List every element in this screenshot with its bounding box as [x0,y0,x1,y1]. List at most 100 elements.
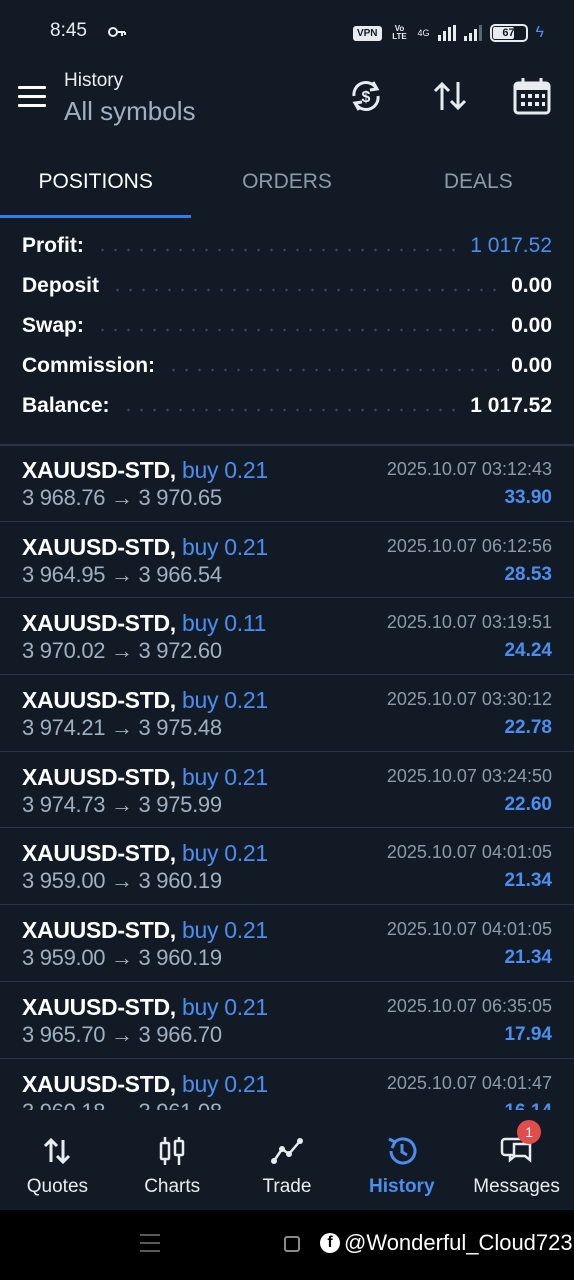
row-profit: 16.14 [504,1101,552,1111]
row-side: buy 0.21 [181,457,268,483]
table-row[interactable]: XAUUSD-STD, buy 0.21 3 959.00 → 3 960.19… [0,828,574,906]
row-symbol-line: XAUUSD-STD, buy 0.21 [22,534,268,561]
table-row[interactable]: XAUUSD-STD, buy 0.11 3 970.02 → 3 972.60… [0,598,574,676]
table-row[interactable]: XAUUSD-STD, buy 0.21 3 960.18 → 3 961.08… [0,1059,574,1111]
row-profit: 22.60 [504,793,552,815]
row-profit: 21.34 [504,870,552,892]
table-row[interactable]: XAUUSD-STD, buy 0.21 3 974.73 → 3 975.99… [0,752,574,829]
summary-row-deposit: Deposit 0.00 [22,266,552,306]
dotted-leader [111,288,500,292]
row-symbol: XAUUSD-STD, [22,840,176,867]
row-symbol-line: XAUUSD-STD, buy 0.11 [22,610,266,637]
summary-label: Deposit [22,274,100,297]
battery-icon: 67 [489,24,528,42]
trade-icon [270,1138,303,1164]
watermark-text: @Wonderful_Cloud7231 [344,1230,574,1255]
row-prices: 3 974.73 → 3 975.99 [22,791,222,817]
home-icon[interactable] [284,1236,300,1252]
row-side: buy 0.21 [181,917,268,944]
row-time: 2025.10.07 03:12:43 [386,459,552,479]
nav-history[interactable]: History [344,1112,459,1210]
positions-list: XAUUSD-STD, buy 0.21 3 968.76 → 3 970.65… [0,445,574,1110]
history-tabs: POSITIONS ORDERS DEALS [0,144,574,218]
menu-icon[interactable] [18,86,46,108]
app-header: History All symbols $ [0,64,574,140]
row-profit: 28.53 [504,563,552,585]
nav-trade[interactable]: Trade [230,1112,345,1210]
charging-icon: ϟ [535,24,544,41]
signal-icon [437,25,456,41]
watermark: f @Wonderful_Cloud7231 [320,1230,574,1256]
summary-row-balance: Balance: 1 017.52 [22,386,552,426]
row-symbol-line: XAUUSD-STD, buy 0.21 [22,457,268,484]
dotted-leader [95,248,459,252]
row-symbol-line: XAUUSD-STD, buy 0.21 [22,764,268,791]
row-symbol: XAUUSD-STD, [22,610,176,637]
row-prices: 3 959.00 → 3 960.19 [22,945,222,971]
summary-label: Commission: [22,354,156,377]
tab-orders[interactable]: ORDERS [191,144,382,218]
volte-icon: Vo LTE [392,24,407,41]
battery-level: 67 [502,27,515,39]
tab-deals[interactable]: DEALS [383,144,574,218]
row-time: 2025.10.07 03:24:50 [386,765,552,786]
row-side: buy 0.21 [181,533,268,560]
account-summary: Profit: 1 017.52 Deposit 0.00 Swap: 0.00… [0,226,574,444]
summary-value: 0.00 [511,274,552,297]
signal-icon-2 [463,25,482,41]
row-profit: 17.94 [504,1023,552,1045]
summary-value: 0.00 [511,314,552,337]
facebook-icon: f [320,1233,340,1253]
svg-text:$: $ [362,89,371,106]
summary-value: 1 017.52 [470,394,552,417]
table-row[interactable]: XAUUSD-STD, buy 0.21 3 974.21 → 3 975.48… [0,675,574,752]
row-symbol: XAUUSD-STD, [22,763,176,790]
row-prices: 3 960.18 → 3 961.08 [22,1099,222,1111]
key-icon [108,27,126,37]
summary-value: 0.00 [511,354,552,377]
nav-label: Charts [144,1176,201,1197]
row-profit: 22.78 [504,717,552,739]
symbol-filter[interactable]: All symbols [64,96,195,127]
system-navigation-bar: f @Wonderful_Cloud7231 [0,1210,574,1280]
row-time: 2025.10.07 04:01:05 [386,842,552,863]
row-side: buy 0.21 [181,687,268,714]
currency-exchange-icon[interactable]: $ [346,76,386,116]
row-profit: 33.90 [504,487,552,508]
summary-label: Swap: [22,314,84,337]
row-symbol: XAUUSD-STD, [22,533,176,560]
table-row[interactable]: XAUUSD-STD, buy 0.21 3 965.70 → 3 966.70… [0,982,574,1059]
dotted-leader [95,328,500,332]
row-time: 2025.10.07 06:12:56 [386,535,552,556]
table-row[interactable]: XAUUSD-STD, buy 0.21 3 959.00 → 3 960.19… [0,905,574,982]
nav-charts[interactable]: Charts [115,1112,230,1210]
row-time: 2025.10.07 03:30:12 [386,689,552,710]
bottom-navigation: Quotes Charts Trade History 1 Messages [0,1112,574,1210]
row-prices: 3 968.76 → 3 970.65 [22,485,222,510]
row-symbol: XAUUSD-STD, [22,687,176,714]
table-row[interactable]: XAUUSD-STD, buy 0.21 3 968.76 → 3 970.65… [0,445,574,522]
calendar-icon[interactable] [512,76,552,116]
row-symbol-line: XAUUSD-STD, buy 0.21 [22,1071,268,1098]
sort-icon[interactable] [430,76,470,116]
recent-apps-icon[interactable] [140,1234,160,1252]
row-prices: 3 959.00 → 3 960.19 [22,868,222,894]
nav-messages[interactable]: 1 Messages [459,1112,574,1210]
dotted-leader [167,368,500,372]
history-icon [388,1137,417,1165]
tab-positions[interactable]: POSITIONS [0,144,192,218]
nav-quotes[interactable]: Quotes [0,1112,115,1210]
network-type: 4G [417,28,430,38]
row-symbol: XAUUSD-STD, [22,993,176,1020]
row-prices: 3 965.70 → 3 966.70 [22,1021,222,1047]
row-symbol: XAUUSD-STD, [22,457,176,483]
row-prices: 3 974.21 → 3 975.48 [22,715,222,741]
table-row[interactable]: XAUUSD-STD, buy 0.21 3 964.95 → 3 966.54… [0,522,574,599]
page-title: History [64,70,124,91]
row-time: 2025.10.07 04:01:47 [386,1072,552,1093]
summary-value: 1 017.52 [470,234,552,257]
summary-label: Balance: [22,394,110,417]
row-time: 2025.10.07 06:35:05 [386,995,552,1016]
row-symbol-line: XAUUSD-STD, buy 0.21 [22,917,268,944]
row-symbol-line: XAUUSD-STD, buy 0.21 [22,994,268,1021]
